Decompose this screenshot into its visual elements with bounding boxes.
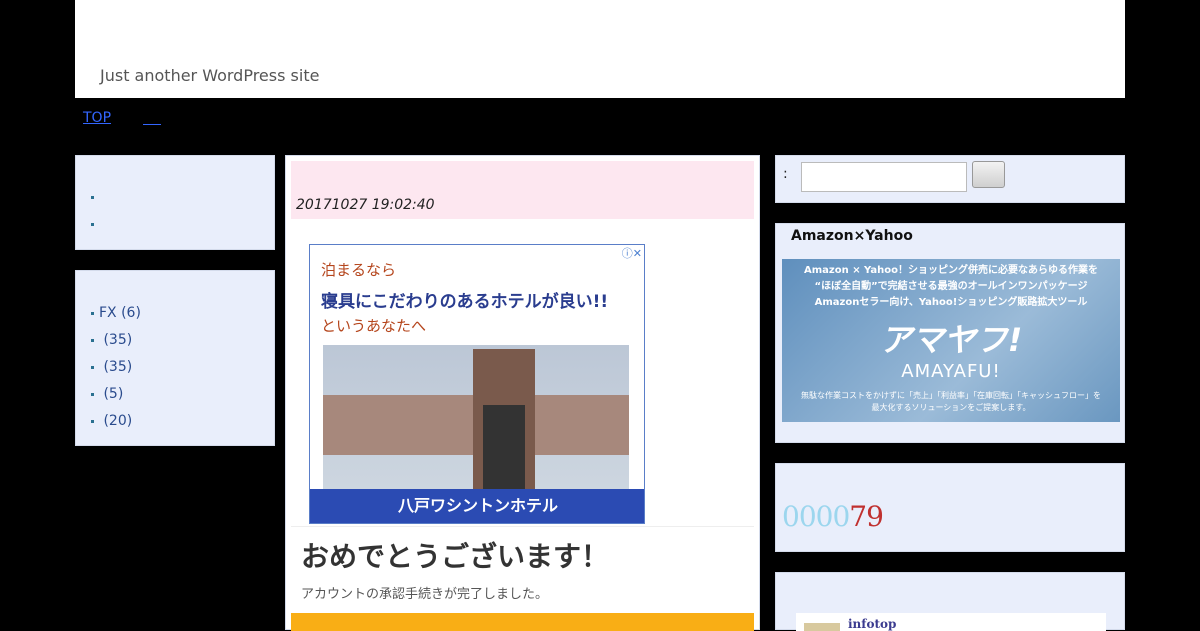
amayafu-banner[interactable]: Amazon × Yahoo！ショッピング併売に必要なあらゆる作業を “ほぼ全自… (782, 259, 1120, 422)
category-item[interactable]: (20) (91, 408, 141, 435)
category-item[interactable]: (5) (91, 381, 141, 408)
visitor-counter: 000079 (782, 500, 884, 533)
amazon-widget: Amazon×Yahoo Amazon × Yahoo！ショッピング併売に必要な… (775, 223, 1125, 443)
congrats-title: おめでとうございます！ (301, 540, 610, 573)
search-label: : (783, 166, 788, 182)
infotop-banner[interactable]: infotop (796, 613, 1106, 631)
ad-line3: というあなたへ (321, 317, 427, 335)
list-item[interactable] (91, 211, 99, 238)
orange-banner (291, 613, 754, 631)
search-input[interactable] (801, 162, 967, 192)
congrats-subtitle: アカウントの承認手続きが完了しました。 (301, 587, 549, 602)
congrats-image: おめでとうございます！ アカウントの承認手続きが完了しました。 (291, 526, 754, 607)
list-item[interactable] (91, 184, 99, 211)
amayafu-logo-latin: AMAYAFU! (901, 361, 1001, 382)
nav-link-empty[interactable] (143, 110, 162, 125)
building-entrance (483, 405, 525, 490)
post-main: 20171027 19:02:40 ⓘ✕ 泊まるなら 寝具にこだわりのあるホテル… (285, 155, 760, 631)
infotop-widget: infotop (775, 572, 1125, 631)
banner-text: Amazon × Yahoo！ショッピング併売に必要なあらゆる作業を “ほぼ全自… (804, 265, 1098, 308)
category-item[interactable]: FX (6) (91, 300, 141, 327)
post-date-bar: 20171027 19:02:40 (291, 161, 754, 219)
counter-widget: 000079 (775, 463, 1125, 552)
site-header: Just another WordPress site (75, 0, 1125, 98)
search-widget: : (775, 155, 1125, 203)
ad-info-close-icon[interactable]: ⓘ✕ (612, 245, 642, 260)
banner-footnote: 無駄な作業コストをかけずに「売上」「利益率」「在庫回転」「キャッシュフロー」を … (801, 391, 1101, 412)
bullet-icon (91, 338, 94, 342)
hotel-ad[interactable]: ⓘ✕ 泊まるなら 寝具にこだわりのあるホテルが良い!! というあなたへ 八戸ワシ… (309, 244, 645, 524)
ad-footer: 八戸ワシントンホテル (310, 489, 644, 523)
infotop-label: infotop (848, 617, 897, 631)
bullet-icon (91, 365, 94, 369)
hotel-building-image (323, 345, 629, 490)
bullet-icon (91, 195, 94, 199)
amayafu-logo: アマヤフ! (879, 321, 1023, 359)
site-tagline: Just another WordPress site (100, 66, 320, 85)
nav-top-link[interactable]: TOP (83, 110, 111, 126)
ad-line1: 泊まるなら (321, 261, 397, 279)
bullet-icon (91, 311, 94, 315)
search-button[interactable] (972, 161, 1005, 188)
category-item[interactable]: (35) (91, 354, 141, 381)
ad-line2: 寝具にこだわりのあるホテルが良い!! (321, 292, 609, 312)
bullet-icon (91, 222, 94, 226)
bullet-icon (91, 419, 94, 423)
category-item[interactable]: (35) (91, 327, 141, 354)
top-nav: TOP (83, 110, 162, 126)
widget-title: Amazon×Yahoo (791, 228, 913, 244)
bullet-icon (91, 392, 94, 396)
left-widget-1 (75, 155, 275, 250)
post-date: 20171027 19:02:40 (296, 197, 435, 213)
category-widget: FX (6) (35) (35) (5) (20) (75, 270, 275, 446)
